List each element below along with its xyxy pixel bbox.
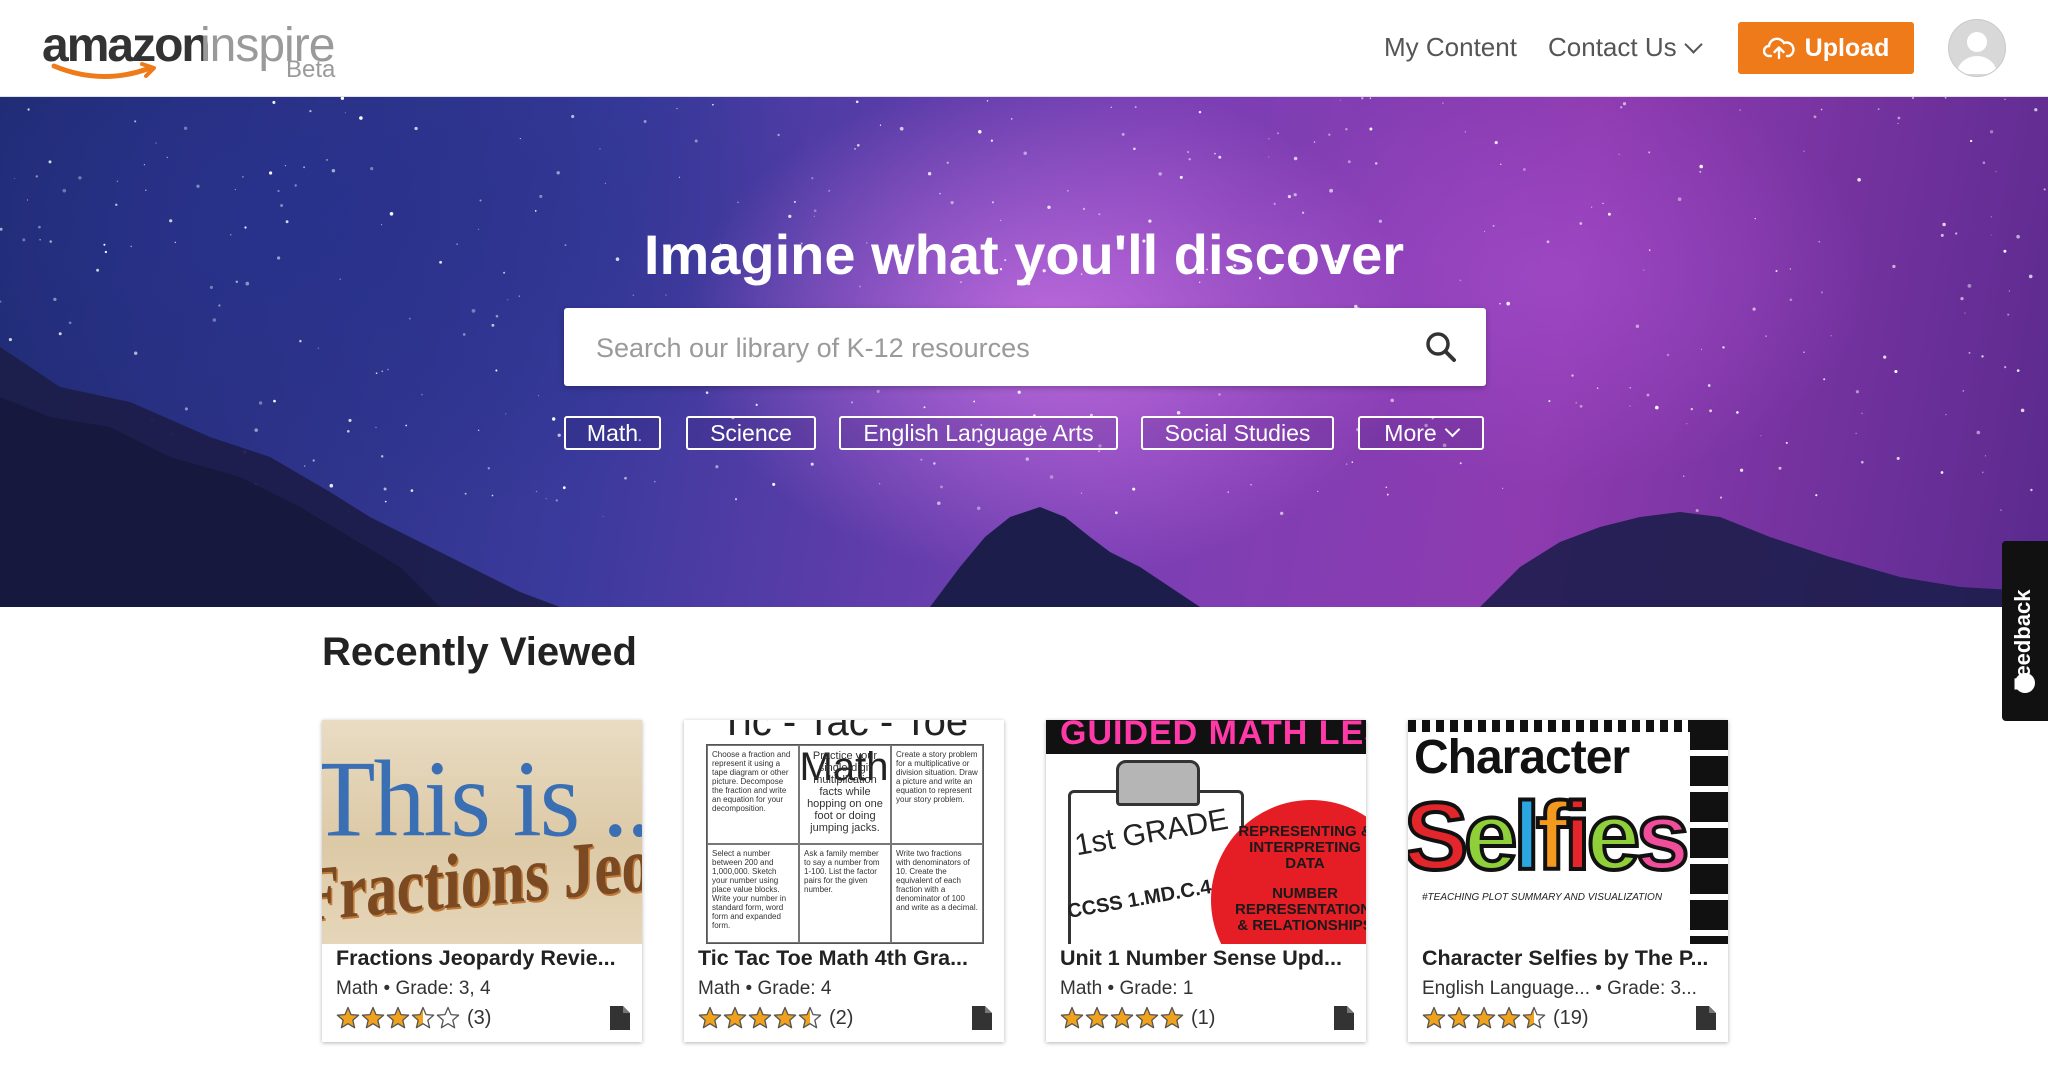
subject-chip-social-studies[interactable]: Social Studies xyxy=(1141,416,1334,450)
resource-title: Character Selfies by The P... xyxy=(1422,946,1709,970)
thumbnail-text: GUIDED MATH LESSONS xyxy=(1060,720,1366,752)
rating-count: (1) xyxy=(1191,1006,1216,1029)
thumbnail-text: REPRESENTING & INTERPRETING DATA xyxy=(1238,823,1366,872)
search-bar xyxy=(564,308,1486,388)
top-navigation-bar: amazon inspire Beta My Content Contact U… xyxy=(0,0,2048,97)
star-icon xyxy=(1085,1006,1109,1029)
more-label: More xyxy=(1384,419,1437,446)
hero-title: Imagine what you'll discover xyxy=(643,223,1405,286)
rating-stars xyxy=(1422,1006,1547,1030)
star-icon xyxy=(1447,1006,1471,1029)
rating-stars xyxy=(336,1006,461,1030)
hero-banner: Imagine what you'll discover Math Scienc… xyxy=(0,97,2048,607)
resource-thumbnail: GUIDED MATH LESSONS 1st GRADE CCSS 1.MD.… xyxy=(1046,720,1366,944)
star-icon xyxy=(1110,1006,1134,1029)
user-avatar[interactable] xyxy=(1948,19,2006,77)
subject-chip-more[interactable]: More xyxy=(1358,416,1484,450)
thumbnail-text: Selfies! xyxy=(1408,781,1719,892)
resource-title: Fractions Jeopardy Revie... xyxy=(336,946,616,970)
resource-meta: Math • Grade: 3, 4 xyxy=(336,978,491,999)
feedback-tab[interactable]: Feedback xyxy=(2002,541,2048,721)
star-icon xyxy=(386,1006,410,1029)
star-icon xyxy=(1472,1006,1496,1029)
star-rating: (2) xyxy=(698,1004,853,1032)
resource-card[interactable]: Character Selfies! #TEACHING PLOT SUMMAR… xyxy=(1408,720,1728,1042)
document-icon xyxy=(1334,1006,1354,1030)
grid-cell: Choose a fraction and represent it using… xyxy=(707,745,799,844)
resource-thumbnail: This is ... Fractions Jeopardy xyxy=(322,720,642,944)
upload-label: Upload xyxy=(1804,33,1890,62)
star-rating: (3) xyxy=(336,1004,491,1032)
star-rating: (19) xyxy=(1422,1004,1589,1032)
thumbnail-banner: GUIDED MATH LESSONS xyxy=(1046,720,1366,754)
search-input[interactable] xyxy=(594,308,1398,388)
grid-cell: Write two fractions with denominators of… xyxy=(891,844,983,943)
cloud-upload-icon xyxy=(1762,37,1795,60)
star-icon xyxy=(1160,1006,1184,1029)
star-rating: (1) xyxy=(1060,1004,1215,1032)
clipboard-clip xyxy=(1116,760,1200,806)
star-icon xyxy=(1522,1006,1546,1029)
resource-meta: English Language... • Grade: 3... xyxy=(1422,978,1697,999)
grid-cell: Select a number between 200 and 1,000,00… xyxy=(707,844,799,943)
star-icon xyxy=(773,1006,797,1029)
my-content-link[interactable]: My Content xyxy=(1384,32,1517,63)
star-icon xyxy=(798,1006,822,1029)
rating-stars xyxy=(1060,1006,1185,1030)
star-icon xyxy=(1497,1006,1521,1029)
star-icon xyxy=(698,1006,722,1029)
resource-card[interactable]: GUIDED MATH LESSONS 1st GRADE CCSS 1.MD.… xyxy=(1046,720,1366,1042)
rating-count: (3) xyxy=(467,1006,492,1029)
star-icon xyxy=(723,1006,747,1029)
subject-chip-english-language-arts[interactable]: English Language Arts xyxy=(839,416,1118,450)
film-strip-illustration xyxy=(1690,720,1728,944)
resource-title: Unit 1 Number Sense Upd... xyxy=(1060,946,1342,970)
feedback-chat-icon xyxy=(2015,673,2035,693)
amazon-smile-icon xyxy=(51,62,156,80)
resource-card[interactable]: Tic - Tac - Toe Math Choose a fraction a… xyxy=(684,720,1004,1042)
star-icon xyxy=(361,1006,385,1029)
resource-thumbnail: Character Selfies! #TEACHING PLOT SUMMAR… xyxy=(1408,720,1728,944)
beta-badge: Beta xyxy=(286,56,336,83)
document-icon xyxy=(1696,1006,1716,1030)
chevron-down-icon xyxy=(1444,421,1460,437)
star-icon xyxy=(1422,1006,1446,1029)
rating-stars xyxy=(698,1006,823,1030)
resource-meta: Math • Grade: 4 xyxy=(698,978,832,999)
document-icon xyxy=(610,1006,630,1030)
resource-title: Tic Tac Toe Math 4th Gra... xyxy=(698,946,968,970)
star-icon xyxy=(1060,1006,1084,1029)
upload-button[interactable]: Upload xyxy=(1738,22,1914,74)
star-icon xyxy=(1135,1006,1159,1029)
resource-thumbnail: Tic - Tac - Toe Math Choose a fraction a… xyxy=(684,720,1004,944)
recently-viewed-heading: Recently Viewed xyxy=(322,630,637,674)
contact-us-label: Contact Us xyxy=(1548,32,1677,62)
star-icon xyxy=(411,1006,435,1029)
rating-count: (19) xyxy=(1553,1006,1589,1029)
tic-tac-toe-grid: Choose a fraction and represent it using… xyxy=(706,744,984,944)
grid-cell: Ask a family member to say a number from… xyxy=(799,844,891,943)
star-icon xyxy=(336,1006,360,1029)
star-icon xyxy=(436,1006,460,1029)
grid-cell: Practice your single-digit multiplicatio… xyxy=(799,745,891,844)
amazon-inspire-logo[interactable]: amazon inspire Beta xyxy=(42,14,342,83)
grid-cell: Create a story problem for a multiplicat… xyxy=(891,745,983,844)
subject-chip-science[interactable]: Science xyxy=(686,416,816,450)
thumbnail-text: #TEACHING PLOT SUMMARY AND VISUALIZATION xyxy=(1422,892,1663,903)
search-icon[interactable] xyxy=(1424,330,1458,364)
resource-card[interactable]: This is ... Fractions Jeopardy Fractions… xyxy=(322,720,642,1042)
star-icon xyxy=(748,1006,772,1029)
contact-us-dropdown[interactable]: Contact Us xyxy=(1548,32,1703,63)
thumbnail-text: NUMBER REPRESENTATIONS & RELATIONSHIPS xyxy=(1235,885,1366,934)
resource-meta: Math • Grade: 1 xyxy=(1060,978,1194,999)
document-icon xyxy=(972,1006,992,1030)
user-silhouette-icon xyxy=(1957,32,1997,74)
thumbnail-text: Character xyxy=(1414,731,1630,784)
rating-count: (2) xyxy=(829,1006,854,1029)
chevron-down-icon xyxy=(1683,35,1703,54)
subject-chip-math[interactable]: Math xyxy=(564,416,661,450)
